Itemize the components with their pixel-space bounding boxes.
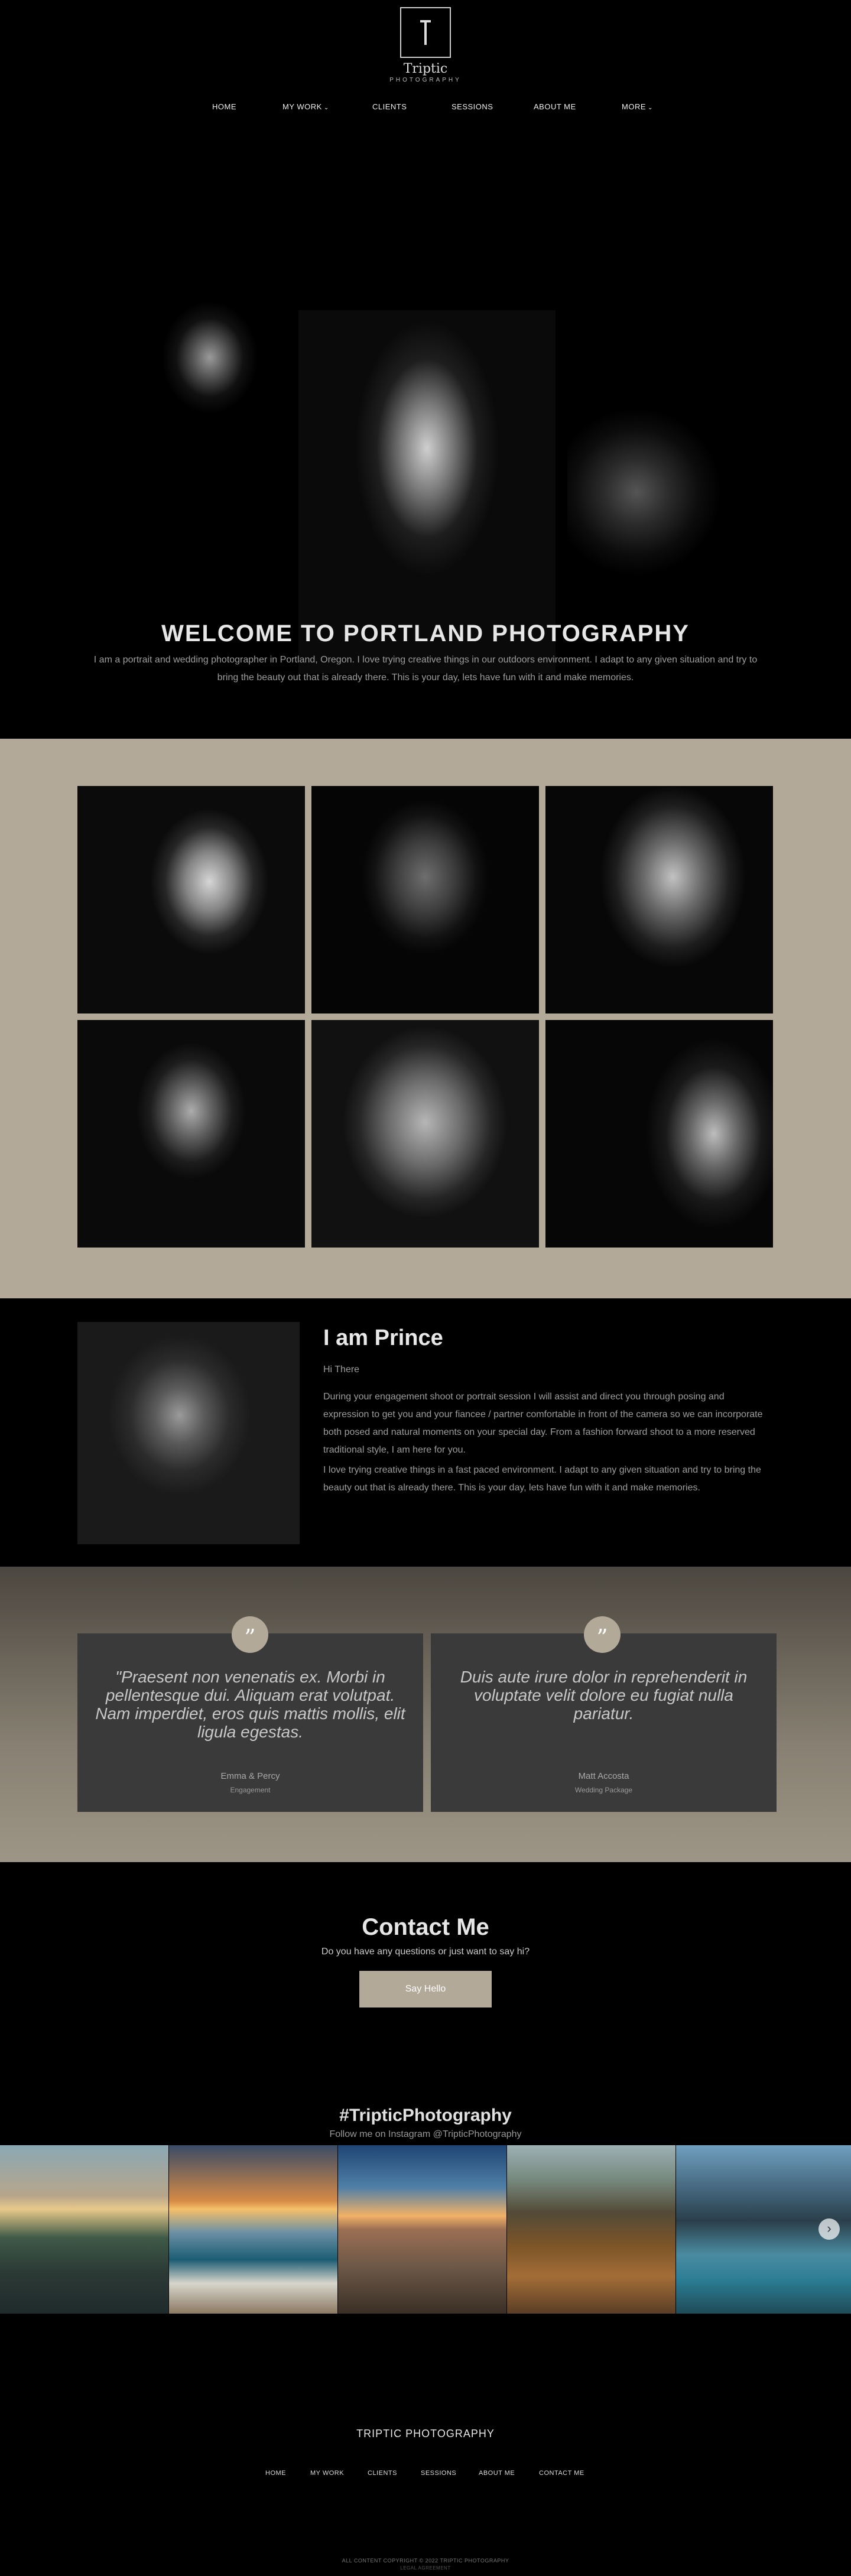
footer-copyright: ALL CONTENT COPYRIGHT © 2022 TRIPTIC PHO… bbox=[342, 2558, 509, 2564]
contact-subtitle: Do you have any questions or just want t… bbox=[321, 1947, 530, 1957]
gallery-tile[interactable] bbox=[545, 786, 773, 1013]
footer-nav-home[interactable]: HOME bbox=[265, 2470, 286, 2477]
testimonial-role: Engagement bbox=[230, 1786, 271, 1794]
about-title: I am Prince bbox=[323, 1326, 443, 1350]
testimonial-card: "Praesent non venenatis ex. Morbi in pel… bbox=[77, 1633, 423, 1812]
main-nav: HOME MY WORK ⌄ CLIENTS SESSIONS ABOUT ME … bbox=[0, 102, 851, 114]
nav-item-label: MY WORK bbox=[282, 102, 322, 111]
nav-item-my-work[interactable]: MY WORK ⌄ bbox=[282, 102, 329, 111]
brand-tagline: PHOTOGRAPHY bbox=[389, 77, 462, 83]
testimonial-role: Wedding Package bbox=[574, 1786, 633, 1794]
hero-image-left bbox=[130, 301, 290, 449]
quote-icon: ” bbox=[232, 1616, 268, 1653]
hero-image-center bbox=[298, 310, 556, 674]
instagram-section: #TripticPhotography Follow me on Instagr… bbox=[0, 2106, 851, 2348]
hero-section: WELCOME TO PORTLAND PHOTOGRAPHY I am a p… bbox=[0, 142, 851, 739]
site-header: Triptic PHOTOGRAPHY HOME MY WORK ⌄ CLIENT… bbox=[0, 0, 851, 142]
about-greeting: Hi There bbox=[323, 1365, 360, 1375]
chevron-right-icon[interactable]: › bbox=[818, 2218, 840, 2240]
footer-nav: HOME MY WORK CLIENTS SESSIONS ABOUT ME C… bbox=[0, 2470, 851, 2479]
gallery-tile[interactable] bbox=[311, 786, 539, 1013]
quote-icon: ” bbox=[584, 1616, 621, 1653]
contact-title: Contact Me bbox=[362, 1914, 489, 1940]
footer-nav-about-me[interactable]: ABOUT ME bbox=[479, 2470, 515, 2477]
instagram-photo[interactable] bbox=[0, 2145, 168, 2314]
chevron-down-icon: ⌄ bbox=[648, 105, 653, 111]
testimonial-name: Emma & Percy bbox=[220, 1771, 280, 1781]
hero-image-right bbox=[567, 372, 721, 612]
gallery-tile[interactable] bbox=[77, 1020, 305, 1248]
portrait-image bbox=[77, 1020, 305, 1248]
gallery-section bbox=[0, 739, 851, 1298]
instagram-subtitle: Follow me on Instagram @TripticPhotograp… bbox=[329, 2129, 522, 2139]
gallery-tile[interactable] bbox=[311, 1020, 539, 1248]
testimonials-section: "Praesent non venenatis ex. Morbi in pel… bbox=[0, 1567, 851, 1862]
nav-item-label: MORE bbox=[622, 102, 646, 111]
instagram-title: #TripticPhotography bbox=[339, 2106, 512, 2125]
testimonial-card: Duis aute irure dolor in reprehenderit i… bbox=[431, 1633, 777, 1812]
portrait-image bbox=[311, 786, 539, 1013]
brand-name[interactable]: Triptic bbox=[0, 61, 851, 76]
testimonial-quote: Duis aute irure dolor in reprehenderit i… bbox=[460, 1668, 748, 1723]
logo-mark bbox=[420, 20, 431, 45]
nav-item-label: HOME bbox=[212, 102, 236, 111]
contact-section: Contact Me Do you have any questions or … bbox=[0, 1862, 851, 2106]
instagram-photo[interactable] bbox=[338, 2145, 506, 2314]
instagram-photo[interactable] bbox=[507, 2145, 675, 2314]
about-paragraph: I love trying creative things in a fast … bbox=[323, 1465, 761, 1493]
say-hello-button[interactable]: Say Hello bbox=[359, 1971, 492, 2007]
site-footer: TRIPTIC PHOTOGRAPHY HOME MY WORK CLIENTS… bbox=[0, 2348, 851, 2576]
footer-title: TRIPTIC PHOTOGRAPHY bbox=[356, 2428, 495, 2439]
about-section: I am Prince Hi There During your engagem… bbox=[0, 1298, 851, 1567]
footer-nav-clients[interactable]: CLIENTS bbox=[368, 2470, 397, 2477]
gallery-tile[interactable] bbox=[77, 786, 305, 1013]
testimonial-name: Matt Accosta bbox=[578, 1771, 629, 1781]
footer-nav-my-work[interactable]: MY WORK bbox=[310, 2470, 344, 2477]
portrait-image bbox=[77, 786, 305, 1013]
portrait-image bbox=[311, 1020, 539, 1248]
about-photo bbox=[77, 1322, 300, 1544]
footer-nav-sessions[interactable]: SESSIONS bbox=[421, 2470, 456, 2477]
about-paragraph: During your engagement shoot or portrait… bbox=[323, 1392, 763, 1455]
nav-item-label: CLIENTS bbox=[372, 102, 407, 111]
nav-item-label: ABOUT ME bbox=[534, 102, 576, 111]
footer-nav-contact-me[interactable]: CONTACT ME bbox=[539, 2470, 584, 2477]
logo-icon[interactable] bbox=[400, 7, 451, 58]
portrait-image bbox=[545, 1020, 773, 1248]
nav-item-about-me[interactable]: ABOUT ME bbox=[534, 102, 576, 111]
footer-legal-link[interactable]: LEGAL AGREEMENT bbox=[0, 2565, 851, 2571]
testimonial-quote: "Praesent non venenatis ex. Morbi in pel… bbox=[95, 1668, 405, 1741]
hero-text: I am a portrait and wedding photographer… bbox=[93, 655, 758, 683]
chevron-down-icon: ⌄ bbox=[323, 105, 329, 111]
instagram-photo[interactable] bbox=[169, 2145, 337, 2314]
nav-item-clients[interactable]: CLIENTS bbox=[372, 102, 407, 111]
nav-item-more[interactable]: MORE ⌄ bbox=[622, 102, 653, 111]
nav-item-sessions[interactable]: SESSIONS bbox=[452, 102, 493, 111]
hero-title: WELCOME TO PORTLAND PHOTOGRAPHY bbox=[161, 621, 690, 647]
portrait-image bbox=[545, 786, 773, 1013]
gallery-tile[interactable] bbox=[545, 1020, 773, 1248]
nav-item-label: SESSIONS bbox=[452, 102, 493, 111]
nav-item-home[interactable]: HOME bbox=[212, 102, 236, 111]
